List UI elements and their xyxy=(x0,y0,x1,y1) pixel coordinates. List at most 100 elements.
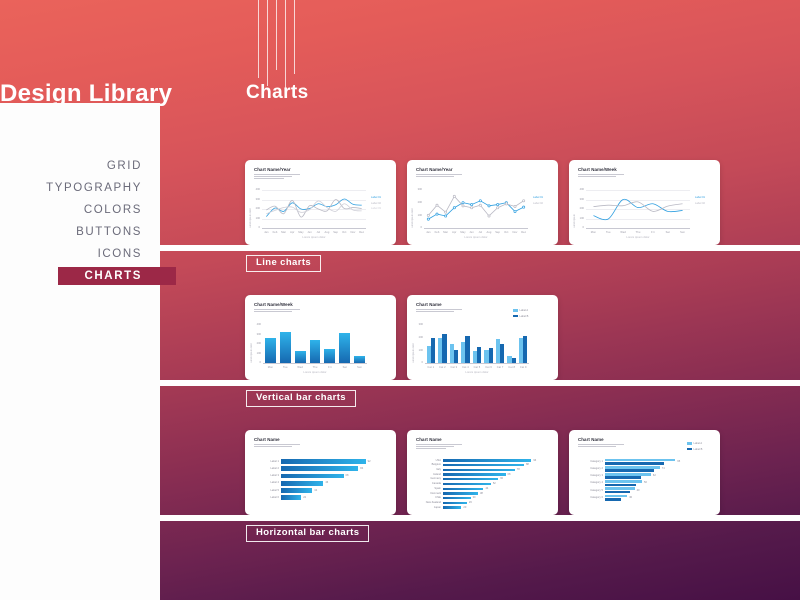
legend-swatch xyxy=(513,309,518,312)
bar-category-label: USA xyxy=(435,458,441,462)
bar-category-label: Category 3 xyxy=(590,474,603,478)
chart-card[interactable]: Chart Name 0 100 200 300 Cat 1 Cat 2 Cat 3 Cat 4… xyxy=(407,295,558,380)
section-heading: Charts xyxy=(246,82,309,103)
y-axis-tick: 100 xyxy=(256,351,261,355)
x-axis-tick: Wed xyxy=(297,365,303,369)
chart-title: Chart Name/Week xyxy=(254,302,293,307)
bar xyxy=(443,468,515,471)
bar xyxy=(443,492,478,495)
bar xyxy=(442,333,447,363)
bar xyxy=(309,340,321,363)
chart-card[interactable]: Chart Name USA 96 Belgium 88 Italy 78 Ireland 68… xyxy=(407,430,558,515)
legend-entry: Label B xyxy=(513,315,528,318)
legend-entry: Label 01 xyxy=(695,196,705,199)
bar xyxy=(443,506,462,509)
chart-header: Chart Name/Week xyxy=(254,302,300,313)
legend-entry: Label 01 xyxy=(533,196,543,199)
legend-entry: Label 03 xyxy=(371,207,381,210)
bar-category-label: Canada xyxy=(431,482,441,486)
bar xyxy=(294,350,306,363)
y-axis-label: Lorem ipsum dolor xyxy=(412,343,415,363)
bar-value-label: 34 xyxy=(314,488,318,492)
chart-subtitle xyxy=(416,308,462,312)
x-axis-tick: Cat 2 xyxy=(438,365,446,369)
x-axis-tick: Sun xyxy=(357,365,363,369)
bar-value-label: 38 xyxy=(479,491,483,495)
bar-category-label: Belgium xyxy=(431,463,441,467)
x-axis-tick: Cat 4 xyxy=(462,365,469,369)
x-axis-tick: Cat 3 xyxy=(450,365,458,369)
chart-card[interactable]: Chart Name Label 1 92 Label 2 84 Label 3 68 Lab… xyxy=(245,430,396,515)
bar-value-label: 95 xyxy=(677,459,681,463)
sidebar-item-typography[interactable]: TYPOGRAPHY xyxy=(0,177,160,199)
x-axis-tick: Thu xyxy=(312,365,318,369)
bar xyxy=(488,348,493,363)
bar xyxy=(279,332,291,363)
sidebar-item-charts[interactable]: CHARTS xyxy=(0,265,176,287)
y-axis-tick: 100 xyxy=(418,348,423,352)
bar xyxy=(324,348,336,363)
legend-entry: Label A xyxy=(513,309,528,312)
legend-entry: Label 02 xyxy=(371,201,381,205)
bar-category-label: Denmark xyxy=(430,491,441,495)
bar-value-label: 30 xyxy=(629,495,633,499)
bar-category-label: Japan xyxy=(433,505,441,509)
bar-category-label: Label 2 xyxy=(270,467,279,470)
group-tag-line-charts[interactable]: Line charts xyxy=(246,255,322,272)
legend-entry: Label 01 xyxy=(371,196,381,199)
sidebar-item-label: TYPOGRAPHY xyxy=(46,182,142,194)
bar xyxy=(605,469,654,472)
bar xyxy=(511,357,516,363)
bar xyxy=(443,459,532,462)
bar-value-label: 52 xyxy=(492,482,496,486)
group-tag-horizontal-bar-charts[interactable]: Horizontal bar charts xyxy=(246,525,370,542)
y-axis-tick: 300 xyxy=(256,332,261,336)
bar-category-label: Germany xyxy=(430,477,441,481)
x-axis-tick: Mon xyxy=(267,365,274,369)
bar xyxy=(465,335,470,363)
x-axis-tick: Cat 7 xyxy=(496,365,504,369)
bar xyxy=(443,482,491,486)
chart-card[interactable]: Chart Name/Year 0 100 200 300 400 Jan Feb Mar Apr… xyxy=(245,160,396,245)
bar xyxy=(605,476,641,480)
group-tag-vertical-bar-charts[interactable]: Vertical bar charts xyxy=(246,390,356,407)
sidebar-item-icons[interactable]: ICONS xyxy=(0,243,160,265)
bar xyxy=(477,347,482,363)
x-axis-label: Lorem ipsum dolor xyxy=(303,371,327,374)
x-axis-tick: Cat 1 xyxy=(427,365,435,369)
chart-legend: Label 01 Label 02 xyxy=(695,196,705,207)
bar-value-label: 78 xyxy=(516,468,520,472)
bar-value-label: 74 xyxy=(661,467,665,470)
y-axis-tick: 200 xyxy=(418,336,423,340)
sidebar-item-label: ICONS xyxy=(97,248,142,260)
chart-legend: Label 01 Label 02 xyxy=(533,196,543,207)
y-axis-label: Lorem ipsum dolor xyxy=(250,343,253,363)
bar xyxy=(443,501,467,505)
chart-card[interactable]: Chart Name/Week 0 100 200 300 400 Mon Tue Wed Thu… xyxy=(245,295,396,380)
chart-subtitle xyxy=(416,443,462,449)
bar-category-label: Spain xyxy=(434,486,441,490)
bar-value-label: 20 xyxy=(463,505,467,509)
chart-subtitle xyxy=(254,308,300,312)
bar-value-label: 46 xyxy=(325,481,329,485)
bar-category-label: Label 3 xyxy=(270,474,279,478)
bar-value-label: 50 xyxy=(644,481,647,485)
chart-card[interactable]: Chart Name/Week 0 100 200 300 400 Mon Tue Wed Thu… xyxy=(569,160,720,245)
bar xyxy=(443,473,506,476)
bar-category-label: Label 5 xyxy=(270,488,279,492)
legend-swatch xyxy=(687,447,692,451)
bar-category-label: Ireland xyxy=(433,472,441,476)
bar-category-label: Category 2 xyxy=(590,467,603,470)
legend-swatch xyxy=(513,314,518,318)
bar-value-label: 26 xyxy=(468,501,472,505)
bar xyxy=(354,355,366,363)
sidebar-item-buttons[interactable]: BUTTONS xyxy=(0,221,160,243)
chart-card[interactable]: Chart Name Category 1 95 Category 2 74 Catego… xyxy=(569,430,720,515)
x-axis-tick: Tue xyxy=(282,365,288,369)
chart-subtitle xyxy=(578,443,624,447)
sidebar-item-grid[interactable]: GRID xyxy=(0,155,160,177)
bar xyxy=(443,487,484,490)
y-axis-tick: 0 xyxy=(421,361,423,365)
chart-card[interactable]: Chart Name/Year 0 100 200 300 Jan Feb Mar Apr May… xyxy=(407,160,558,245)
sidebar-item-colors[interactable]: COLORS xyxy=(0,199,160,221)
